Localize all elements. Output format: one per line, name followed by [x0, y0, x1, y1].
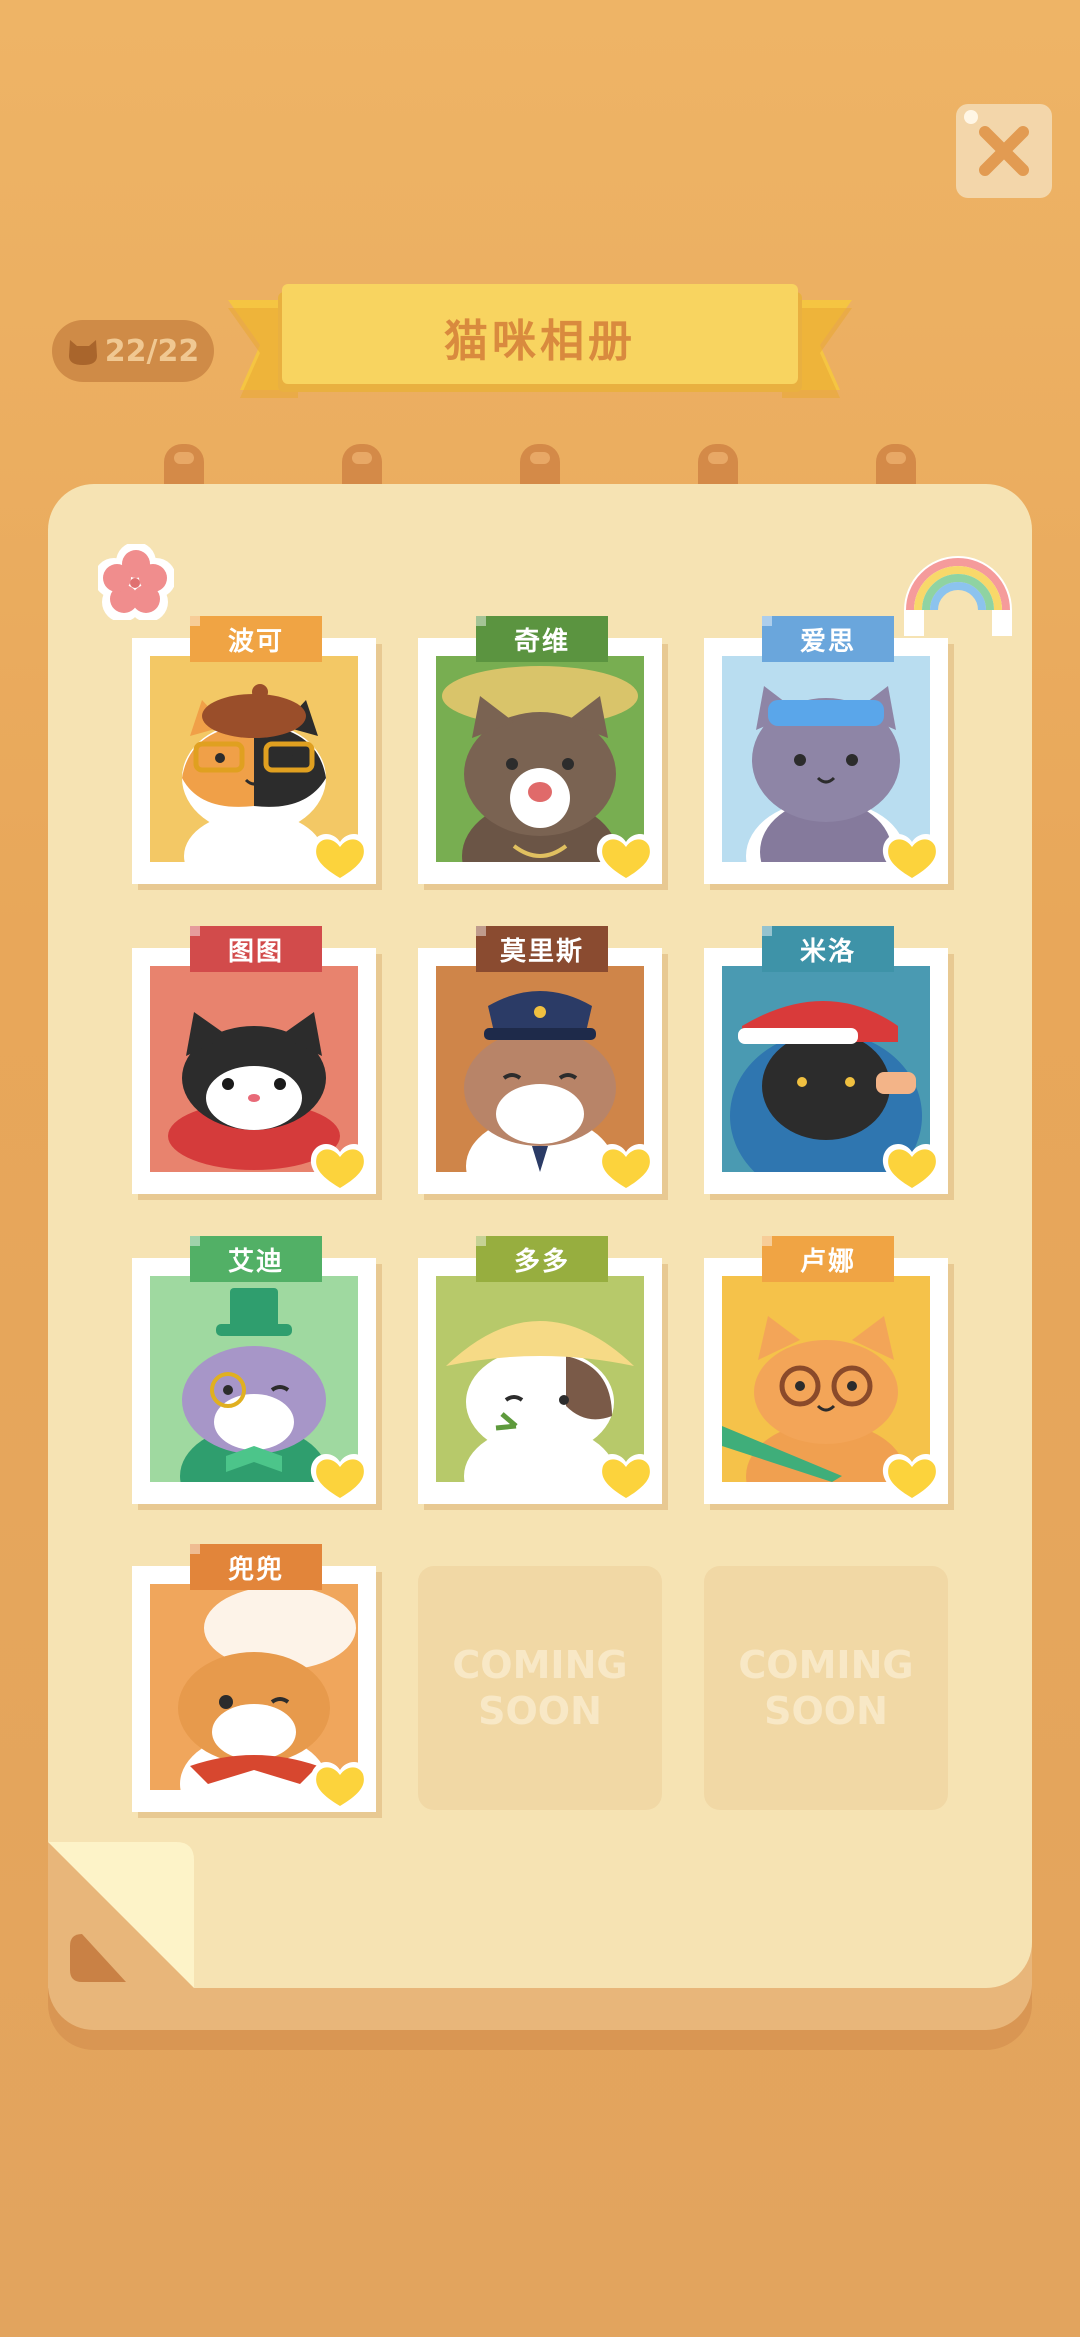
collection-counter: 22/22	[52, 320, 214, 382]
coming-soon-slot: COMING SOON	[418, 1566, 662, 1810]
cat-name: 莫里斯	[499, 936, 584, 967]
heart-icon[interactable]	[594, 830, 658, 886]
cat-name: 图图	[227, 936, 284, 967]
cat-card-tutu[interactable]: 图图	[132, 926, 376, 1196]
flower-sticker-icon	[98, 544, 174, 620]
cat-name: 艾迪	[227, 1246, 284, 1277]
heart-icon[interactable]	[880, 1450, 944, 1506]
cat-name: 波可	[227, 626, 284, 657]
cat-name-tag: 莫里斯	[476, 926, 608, 972]
rainbow-sticker-icon	[904, 556, 1012, 636]
cat-card-qiwei[interactable]: 奇维	[418, 616, 662, 886]
cat-name: 米洛	[799, 936, 856, 967]
cat-name-tag: 奇维	[476, 616, 608, 662]
cat-name: 奇维	[513, 626, 570, 657]
cat-card-aisi[interactable]: 爱思	[704, 616, 948, 886]
page-curl-button[interactable]	[48, 1842, 194, 1988]
heart-icon[interactable]	[880, 830, 944, 886]
cat-name: 多多	[513, 1246, 570, 1277]
cat-name-tag: 兜兜	[190, 1544, 322, 1590]
heart-icon[interactable]	[308, 1758, 372, 1814]
coming-soon-line2: SOON	[478, 1689, 602, 1733]
cat-name: 爱思	[799, 626, 856, 657]
cat-card-miluo[interactable]: 米洛	[704, 926, 948, 1196]
coming-soon-line1: COMING	[452, 1643, 628, 1687]
counter-text: 22/22	[104, 333, 200, 369]
cat-name-tag: 米洛	[762, 926, 894, 972]
cat-card-aidi[interactable]: 艾迪	[132, 1236, 376, 1506]
cat-card-duoduo[interactable]: 多多	[418, 1236, 662, 1506]
cat-card-luna[interactable]: 卢娜	[704, 1236, 948, 1506]
cat-head-icon	[68, 340, 97, 365]
cat-name-tag: 卢娜	[762, 1236, 894, 1282]
cat-name-tag: 艾迪	[190, 1236, 322, 1282]
coming-soon-line2: SOON	[764, 1689, 888, 1733]
cat-card-boke[interactable]: 波可	[132, 616, 376, 886]
cat-card-mosi[interactable]: 莫里斯	[418, 926, 662, 1196]
heart-icon[interactable]	[594, 1140, 658, 1196]
heart-icon[interactable]	[880, 1140, 944, 1196]
heart-icon[interactable]	[308, 1140, 372, 1196]
cat-name-tag: 波可	[190, 616, 322, 662]
heart-icon[interactable]	[308, 1450, 372, 1506]
cat-name: 兜兜	[227, 1554, 284, 1585]
close-button[interactable]	[956, 104, 1052, 198]
cat-name-tag: 图图	[190, 926, 322, 972]
coming-soon-line1: COMING	[738, 1643, 914, 1687]
heart-icon[interactable]	[308, 830, 372, 886]
cat-name-tag: 爱思	[762, 616, 894, 662]
page-title: 猫咪相册	[444, 316, 636, 367]
close-button-highlight	[964, 110, 978, 124]
cat-name-tag: 多多	[476, 1236, 608, 1282]
heart-icon[interactable]	[594, 1450, 658, 1506]
coming-soon-slot: COMING SOON	[704, 1566, 948, 1810]
cat-card-doudou[interactable]: 兜兜	[132, 1544, 376, 1814]
cat-name: 卢娜	[799, 1246, 856, 1277]
close-x-icon	[979, 126, 1029, 176]
